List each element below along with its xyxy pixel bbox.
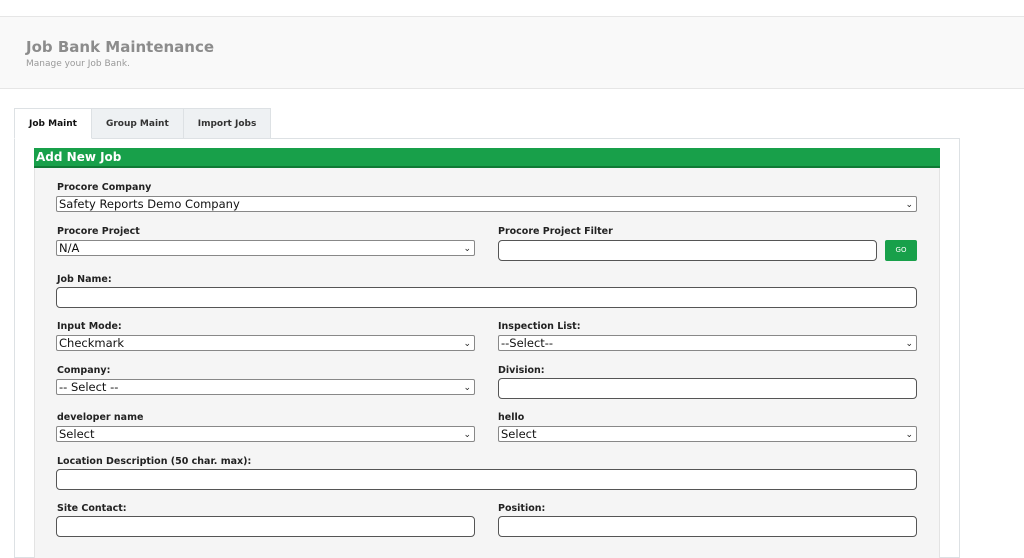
inspection-list-select[interactable]: --Select-- ⌄ [498,335,917,351]
page-header: Job Bank Maintenance Manage your Job Ban… [0,17,1024,89]
division-input[interactable] [498,378,917,399]
procore-company-value: Safety Reports Demo Company [59,197,240,211]
form-header: Add New Job [34,148,940,168]
hello-value: Select [501,427,537,441]
job-name-label: Job Name: [57,274,112,285]
inspection-list-label: Inspection List: [498,321,581,332]
company-label: Company: [57,365,111,376]
position-input[interactable] [498,516,917,537]
procore-project-filter-label: Procore Project Filter [498,226,613,237]
tab-import-jobs[interactable]: Import Jobs [183,108,272,139]
developer-name-value: Select [59,427,95,441]
chevron-down-icon: ⌄ [905,430,913,440]
chevron-down-icon: ⌄ [905,200,913,210]
procore-project-label: Procore Project [57,226,140,237]
inspection-list-value: --Select-- [501,336,554,350]
page-title: Job Bank Maintenance [26,38,215,56]
job-name-input[interactable] [56,287,917,308]
input-mode-label: Input Mode: [57,321,122,332]
chevron-down-icon: ⌄ [905,339,913,349]
procore-project-select[interactable]: N/A ⌄ [56,240,475,256]
location-description-label: Location Description (50 char. max): [57,456,252,467]
procore-project-filter-input[interactable] [498,240,877,261]
tab-group-maint[interactable]: Group Maint [91,108,184,139]
procore-project-value: N/A [59,241,80,255]
chevron-down-icon: ⌄ [463,244,471,254]
company-value: -- Select -- [59,380,119,394]
developer-name-label: developer name [57,412,144,423]
site-contact-label: Site Contact: [57,503,127,514]
procore-company-select[interactable]: Safety Reports Demo Company ⌄ [56,196,917,212]
procore-company-label: Procore Company [57,182,152,193]
division-label: Division: [498,365,545,376]
location-description-input[interactable] [56,469,917,490]
developer-name-select[interactable]: Select ⌄ [56,426,475,442]
site-contact-input[interactable] [56,516,475,537]
position-label: Position: [498,503,546,514]
input-mode-value: Checkmark [59,336,125,350]
go-button[interactable]: GO [885,240,917,261]
hello-label: hello [498,412,525,423]
chevron-down-icon: ⌄ [463,339,471,349]
company-select[interactable]: -- Select -- ⌄ [56,379,475,395]
hello-select[interactable]: Select ⌄ [498,426,917,442]
page-subtitle: Manage your Job Bank. [26,59,130,69]
tab-job-maint[interactable]: Job Maint [14,108,92,139]
input-mode-select[interactable]: Checkmark ⌄ [56,335,475,351]
tab-bar: Job Maint Group Maint Import Jobs [14,108,272,139]
top-bar [0,0,1024,17]
chevron-down-icon: ⌄ [463,383,471,393]
chevron-down-icon: ⌄ [463,430,471,440]
